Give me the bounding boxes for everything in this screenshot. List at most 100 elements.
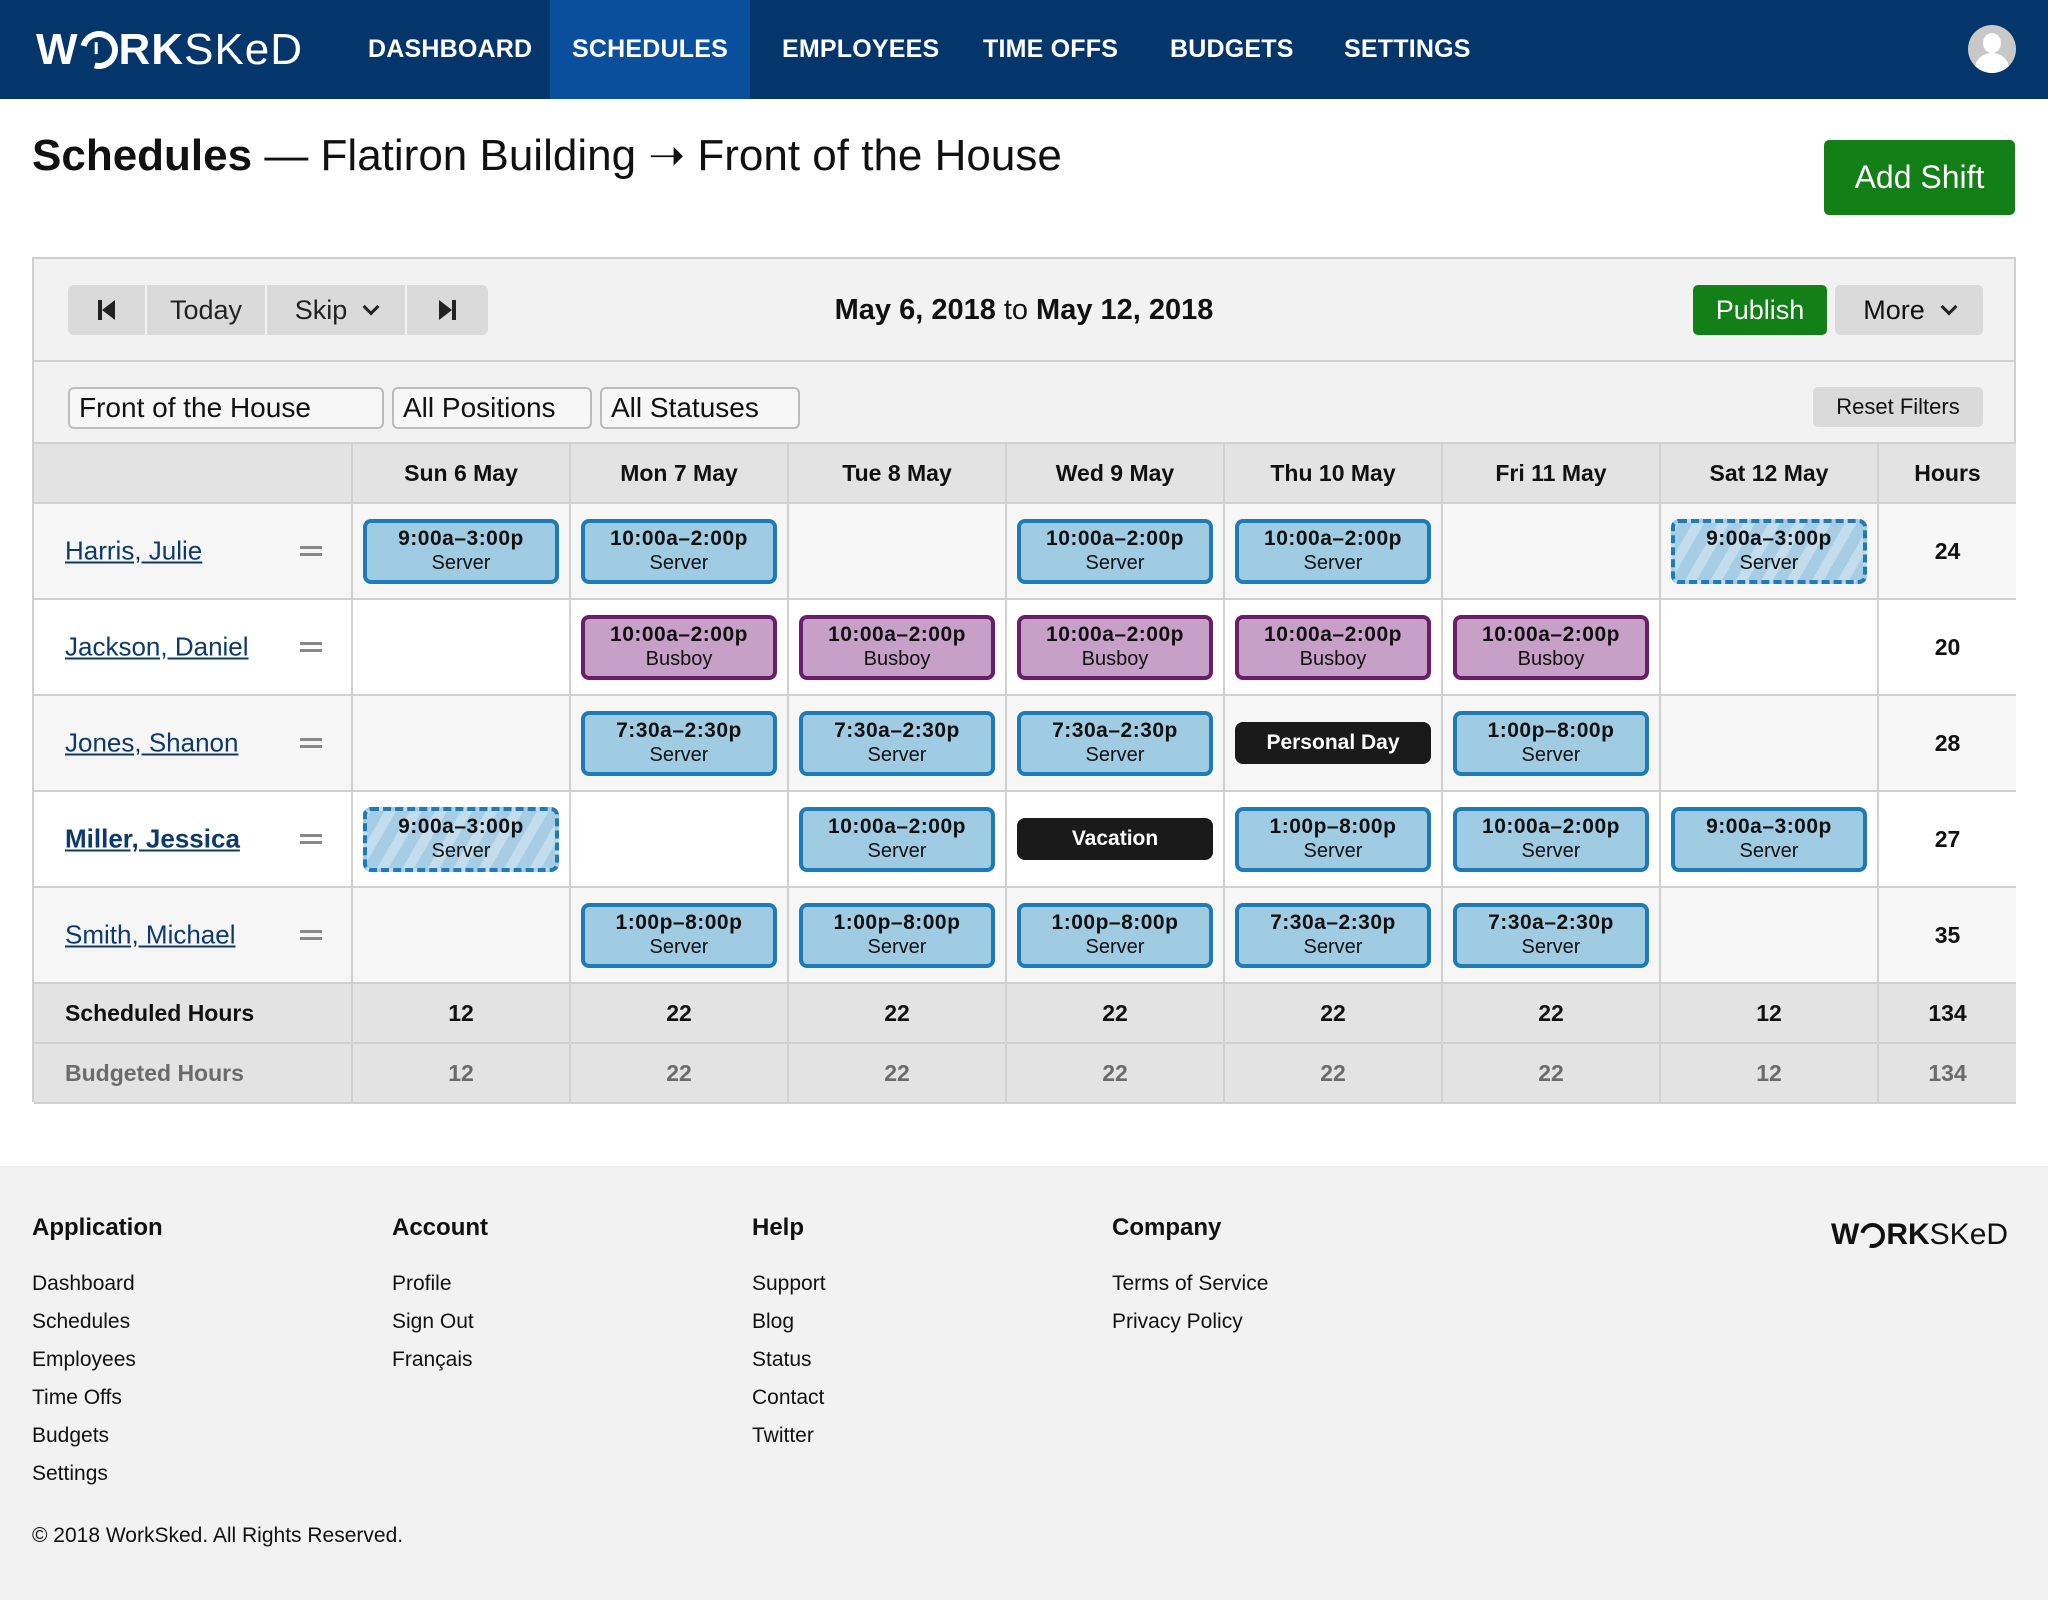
- employee-name-link[interactable]: Miller, Jessica: [65, 824, 240, 855]
- day-cell[interactable]: 10:00a–2:00p Server: [569, 502, 789, 600]
- nav-dashboard[interactable]: DASHBOARD: [335, 0, 565, 99]
- employee-name-link[interactable]: Harris, Julie: [65, 536, 202, 567]
- shift-block[interactable]: 7:30a–2:30p Server: [1017, 710, 1213, 776]
- day-cell[interactable]: 1:00p–8:00p Server: [569, 886, 789, 984]
- day-cell[interactable]: [1441, 502, 1661, 600]
- shift-block[interactable]: 10:00a–2:00p Server: [1235, 518, 1431, 584]
- unpublished-shift-block[interactable]: 9:00a–3:00p Server: [1671, 518, 1867, 584]
- footer-link[interactable]: Terms of Service: [1112, 1265, 1268, 1303]
- day-cell[interactable]: [1659, 694, 1879, 792]
- shift-block[interactable]: 10:00a–2:00p Server: [1453, 806, 1649, 872]
- day-cell[interactable]: [351, 886, 571, 984]
- nav-schedules[interactable]: SCHEDULES: [550, 0, 750, 99]
- day-cell[interactable]: [1659, 598, 1879, 696]
- day-cell[interactable]: 1:00p–8:00p Server: [1223, 790, 1443, 888]
- nav-budgets[interactable]: BUDGETS: [1137, 0, 1327, 99]
- day-cell[interactable]: [1659, 886, 1879, 984]
- drag-handle-icon[interactable]: [300, 738, 322, 748]
- day-cell[interactable]: Vacation: [1005, 790, 1225, 888]
- shift-block[interactable]: 10:00a–2:00p Server: [581, 518, 777, 584]
- day-cell[interactable]: 7:30a–2:30p Server: [1441, 886, 1661, 984]
- day-cell[interactable]: 1:00p–8:00p Server: [1441, 694, 1661, 792]
- shift-block[interactable]: 1:00p–8:00p Server: [1453, 710, 1649, 776]
- footer-link[interactable]: Budgets: [32, 1417, 163, 1455]
- shift-block[interactable]: 10:00a–2:00p Busboy: [799, 614, 995, 680]
- drag-handle-icon[interactable]: [300, 930, 322, 940]
- user-avatar-icon[interactable]: [1968, 25, 2016, 73]
- footer-link[interactable]: Status: [752, 1341, 826, 1379]
- nav-employees[interactable]: EMPLOYEES: [749, 0, 972, 99]
- drag-handle-icon[interactable]: [300, 642, 322, 652]
- footer-link[interactable]: Time Offs: [32, 1379, 163, 1417]
- shift-block[interactable]: 10:00a–2:00p Busboy: [581, 614, 777, 680]
- shift-block[interactable]: 1:00p–8:00p Server: [581, 902, 777, 968]
- day-cell[interactable]: 9:00a–3:00p Server: [351, 502, 571, 600]
- drag-handle-icon[interactable]: [300, 546, 322, 556]
- day-cell[interactable]: 10:00a–2:00p Server: [1441, 790, 1661, 888]
- reset-filters-button[interactable]: Reset Filters: [1813, 387, 1983, 427]
- shift-block[interactable]: 9:00a–3:00p Server: [1671, 806, 1867, 872]
- shift-block[interactable]: 10:00a–2:00p Busboy: [1017, 614, 1213, 680]
- footer-link[interactable]: Français: [392, 1341, 488, 1379]
- day-cell[interactable]: 7:30a–2:30p Server: [1223, 886, 1443, 984]
- skip-dropdown-button[interactable]: Skip: [267, 285, 407, 335]
- day-cell[interactable]: Personal Day: [1223, 694, 1443, 792]
- day-cell[interactable]: 1:00p–8:00p Server: [787, 886, 1007, 984]
- nav-settings[interactable]: SETTINGS: [1311, 0, 1504, 99]
- day-cell[interactable]: [351, 598, 571, 696]
- day-cell[interactable]: 1:00p–8:00p Server: [1005, 886, 1225, 984]
- day-cell[interactable]: 10:00a–2:00p Busboy: [1223, 598, 1443, 696]
- publish-button[interactable]: Publish: [1693, 285, 1827, 335]
- day-cell[interactable]: 10:00a–2:00p Busboy: [787, 598, 1007, 696]
- footer-link[interactable]: Schedules: [32, 1303, 163, 1341]
- employee-name-link[interactable]: Jones, Shanon: [65, 728, 238, 759]
- shift-block[interactable]: 10:00a–2:00p Busboy: [1235, 614, 1431, 680]
- shift-block[interactable]: 9:00a–3:00p Server: [363, 518, 559, 584]
- shift-block[interactable]: 10:00a–2:00p Busboy: [1453, 614, 1649, 680]
- day-cell[interactable]: 10:00a–2:00p Busboy: [569, 598, 789, 696]
- footer-link[interactable]: Sign Out: [392, 1303, 488, 1341]
- footer-link[interactable]: Contact: [752, 1379, 826, 1417]
- add-shift-button[interactable]: Add Shift: [1824, 140, 2015, 215]
- day-cell[interactable]: 7:30a–2:30p Server: [1005, 694, 1225, 792]
- footer-worksked-logo[interactable]: W RK SKeD: [1831, 1217, 2008, 1253]
- department-filter-select[interactable]: Front of the House: [68, 387, 384, 429]
- day-cell[interactable]: [351, 694, 571, 792]
- worksked-logo[interactable]: W RK SKeD: [36, 24, 303, 76]
- day-cell[interactable]: 9:00a–3:00p Server: [1659, 502, 1879, 600]
- drag-handle-icon[interactable]: [300, 834, 322, 844]
- day-cell[interactable]: 10:00a–2:00p Server: [787, 790, 1007, 888]
- shift-block[interactable]: 7:30a–2:30p Server: [1235, 902, 1431, 968]
- shift-block[interactable]: 7:30a–2:30p Server: [581, 710, 777, 776]
- statuses-filter-select[interactable]: All Statuses: [600, 387, 800, 429]
- day-cell[interactable]: 10:00a–2:00p Busboy: [1005, 598, 1225, 696]
- next-week-button[interactable]: [407, 285, 488, 335]
- time-off-block[interactable]: Personal Day: [1235, 722, 1431, 764]
- footer-link[interactable]: Employees: [32, 1341, 163, 1379]
- footer-link[interactable]: Privacy Policy: [1112, 1303, 1268, 1341]
- day-cell[interactable]: 10:00a–2:00p Server: [1005, 502, 1225, 600]
- positions-filter-select[interactable]: All Positions: [392, 387, 592, 429]
- footer-link[interactable]: Profile: [392, 1265, 488, 1303]
- day-cell[interactable]: 10:00a–2:00p Server: [1223, 502, 1443, 600]
- footer-link[interactable]: Blog: [752, 1303, 826, 1341]
- day-cell[interactable]: [787, 502, 1007, 600]
- shift-block[interactable]: 1:00p–8:00p Server: [1017, 902, 1213, 968]
- footer-link[interactable]: Settings: [32, 1455, 163, 1493]
- day-cell[interactable]: 9:00a–3:00p Server: [351, 790, 571, 888]
- footer-link[interactable]: Twitter: [752, 1417, 826, 1455]
- unpublished-shift-block[interactable]: 9:00a–3:00p Server: [363, 806, 559, 872]
- day-cell[interactable]: 7:30a–2:30p Server: [787, 694, 1007, 792]
- shift-block[interactable]: 10:00a–2:00p Server: [799, 806, 995, 872]
- more-dropdown-button[interactable]: More: [1835, 285, 1983, 335]
- today-button[interactable]: Today: [147, 285, 267, 335]
- day-cell[interactable]: [569, 790, 789, 888]
- shift-block[interactable]: 1:00p–8:00p Server: [1235, 806, 1431, 872]
- footer-link[interactable]: Dashboard: [32, 1265, 163, 1303]
- employee-name-link[interactable]: Smith, Michael: [65, 920, 236, 951]
- day-cell[interactable]: 7:30a–2:30p Server: [569, 694, 789, 792]
- day-cell[interactable]: 10:00a–2:00p Busboy: [1441, 598, 1661, 696]
- employee-name-link[interactable]: Jackson, Daniel: [65, 632, 249, 663]
- shift-block[interactable]: 1:00p–8:00p Server: [799, 902, 995, 968]
- shift-block[interactable]: 7:30a–2:30p Server: [799, 710, 995, 776]
